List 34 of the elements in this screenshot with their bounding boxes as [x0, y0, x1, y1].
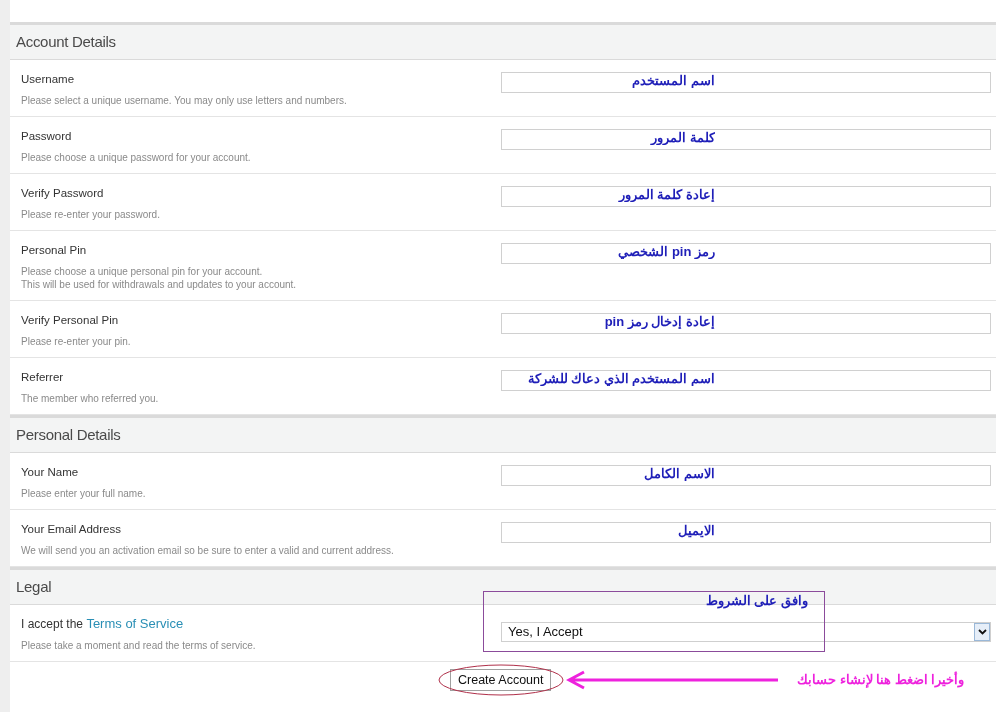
- field-label: Referrer: [21, 370, 65, 384]
- field-label: I accept the Terms of Service: [21, 617, 185, 631]
- input-field[interactable]: كلمة المرور: [501, 129, 991, 150]
- field-description: Please choose a unique password for your account.: [21, 151, 252, 164]
- field-label: Verify Password: [21, 186, 105, 200]
- input-field[interactable]: الايميل: [501, 522, 991, 543]
- input-field[interactable]: اسم المستخدم الذي دعاك للشركة: [501, 370, 991, 391]
- field-description: Please choose a unique personal pin for your account. This will be used for withdrawals and updates to your account.: [21, 265, 298, 291]
- field-description: The member who referred you.: [21, 392, 160, 405]
- create-account-button[interactable]: Create Account: [450, 669, 552, 691]
- accept-dropdown[interactable]: Yes, I Accept: [501, 622, 991, 642]
- section-header: Account Details: [10, 22, 996, 60]
- field-label: Your Email Address: [21, 522, 122, 536]
- field-label: Your Name: [21, 465, 80, 479]
- field-description: Please re-enter your pin.: [21, 335, 132, 348]
- input-field[interactable]: رمز pin الشخصي: [501, 243, 991, 264]
- input-field[interactable]: الاسم الكامل: [501, 465, 991, 486]
- field-description: Please take a moment and read the terms of service.: [21, 639, 257, 652]
- section-header: Personal Details: [10, 415, 996, 453]
- field-label: Password: [21, 129, 73, 143]
- input-field[interactable]: اسم المستخدم: [501, 72, 991, 93]
- field-label: Personal Pin: [21, 243, 88, 257]
- field-description: Please enter your full name.: [21, 487, 147, 500]
- chevron-down-icon[interactable]: [974, 623, 990, 641]
- field-description: We will send you an activation email so be sure to enter a valid and current address.: [21, 544, 395, 557]
- input-field[interactable]: إعادة كلمة المرور: [501, 186, 991, 207]
- field-label: Verify Personal Pin: [21, 313, 120, 327]
- field-label: Username: [21, 72, 76, 86]
- annotation-text: وافق على الشروط: [705, 593, 808, 611]
- terms-link[interactable]: Terms of Service: [86, 616, 184, 631]
- input-field[interactable]: إعادة إدخال رمز pin: [501, 313, 991, 334]
- annotation-text: وأخيرا اضغط هنا لإنشاء حسابك: [797, 670, 965, 690]
- field-description: Please select a unique username. You may only use letters and numbers.: [21, 94, 348, 107]
- field-description: Please re-enter your password.: [21, 208, 161, 221]
